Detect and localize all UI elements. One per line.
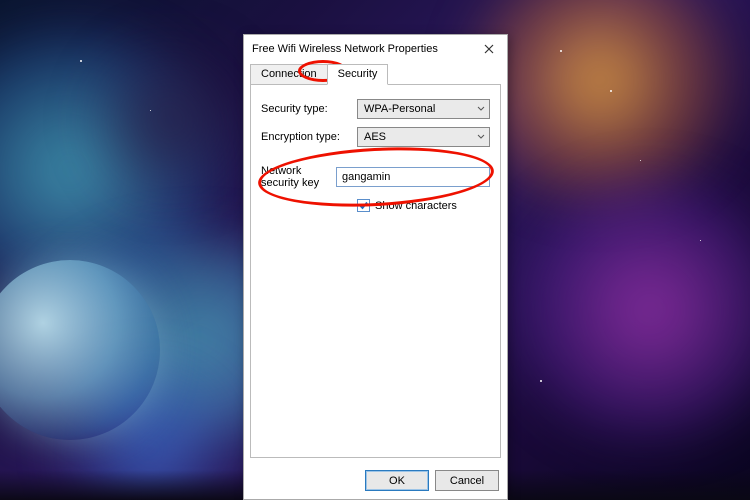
encryption-type-label: Encryption type: [261,131,357,143]
close-button[interactable] [477,40,501,58]
encryption-type-value: AES [364,131,386,143]
window-title: Free Wifi Wireless Network Properties [252,43,438,55]
cancel-button[interactable]: Cancel [435,470,499,491]
security-type-select[interactable]: WPA-Personal [357,99,490,119]
chevron-down-icon [477,131,485,143]
security-type-label: Security type: [261,103,357,115]
show-characters-label: Show characters [375,200,457,212]
button-bar: OK Cancel [244,464,507,499]
chevron-down-icon [477,103,485,115]
security-type-value: WPA-Personal [364,103,435,115]
titlebar: Free Wifi Wireless Network Properties [244,35,507,60]
check-icon [358,200,369,211]
close-icon [484,44,494,54]
network-key-label: Network security key [261,165,336,189]
security-panel: Security type: WPA-Personal Encryption t… [250,84,501,458]
network-properties-dialog: Free Wifi Wireless Network Properties Co… [243,34,508,500]
tab-connection[interactable]: Connection [250,64,328,84]
show-characters-checkbox[interactable] [357,199,370,212]
ok-button[interactable]: OK [365,470,429,491]
tab-strip: Connection Security [244,60,507,84]
network-key-input[interactable] [336,167,490,187]
encryption-type-select[interactable]: AES [357,127,490,147]
tab-security[interactable]: Security [327,64,389,85]
